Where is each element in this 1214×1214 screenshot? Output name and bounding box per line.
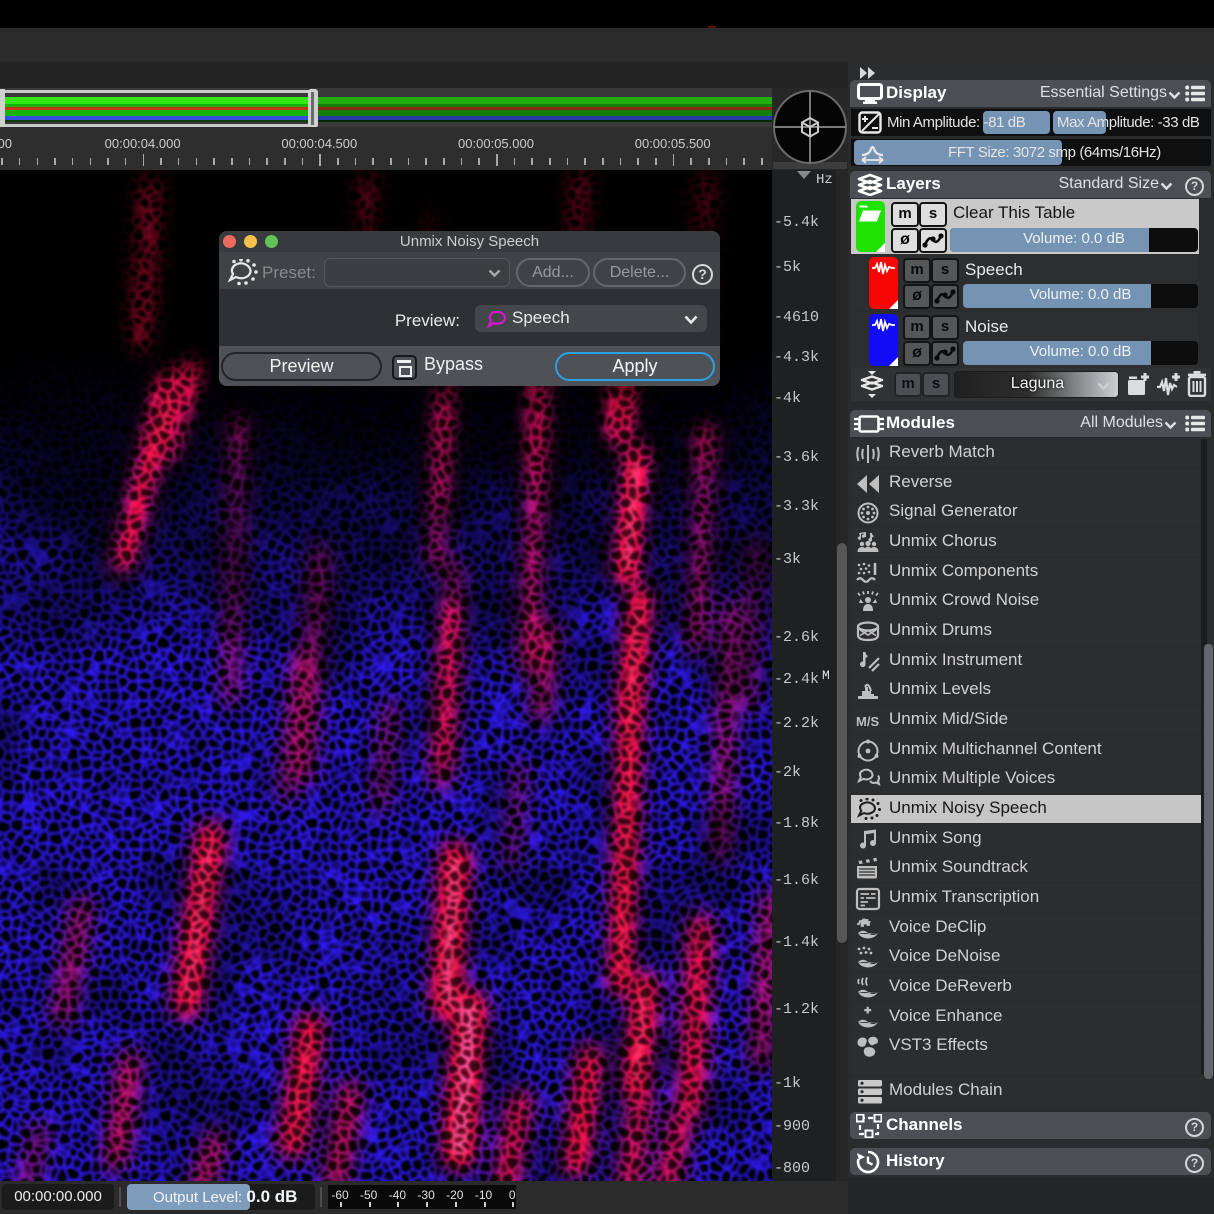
svg-text:M/S: M/S bbox=[856, 714, 879, 729]
